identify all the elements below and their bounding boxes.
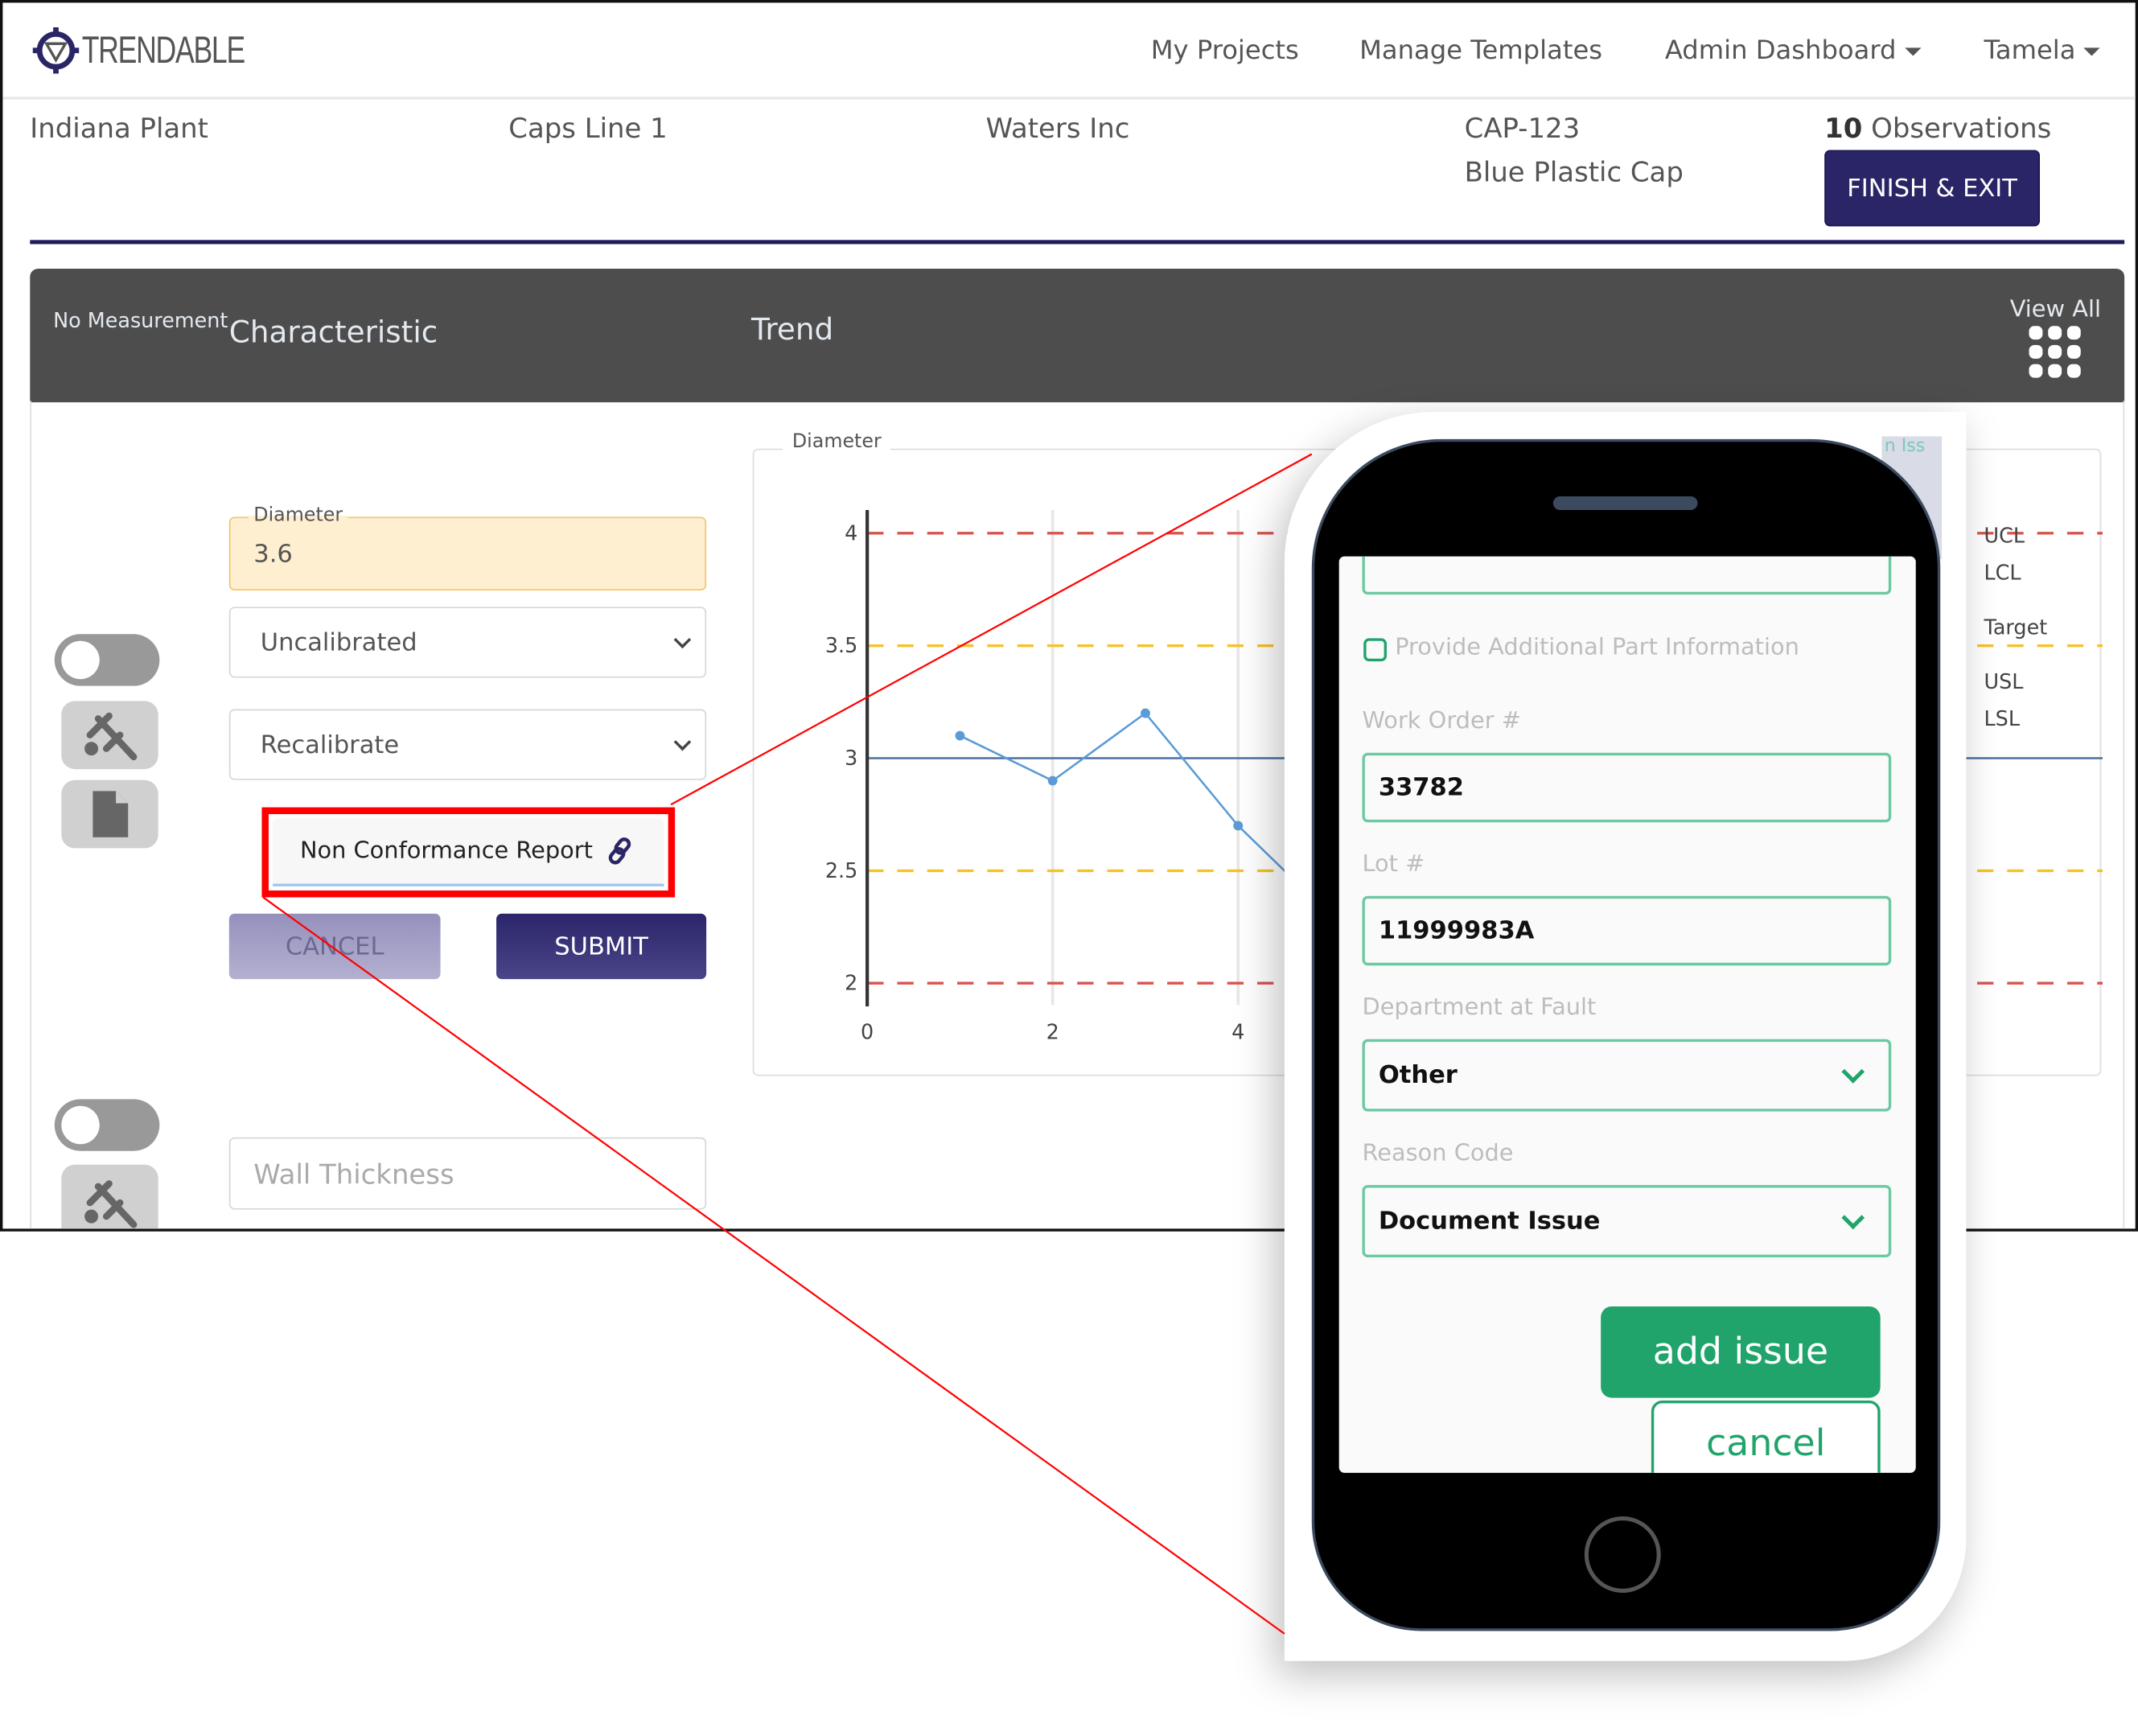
data-point xyxy=(955,730,965,741)
add-issue-button[interactable]: add issue xyxy=(1601,1306,1881,1398)
legend-lcl: LCL xyxy=(1984,560,2021,586)
reason-code-select[interactable]: Document Issue xyxy=(1362,1185,1892,1257)
department-label: Department at Fault xyxy=(1362,993,1597,1022)
legend-target: Target xyxy=(1984,615,2048,640)
lot-input[interactable]: 11999983A xyxy=(1362,895,1892,966)
previous-input[interactable] xyxy=(1362,556,1892,595)
phone-cancel-button[interactable]: cancel xyxy=(1651,1400,1881,1473)
x-tick-label: 4 xyxy=(1231,1020,1244,1044)
home-button[interactable] xyxy=(1584,1516,1661,1593)
data-point xyxy=(1047,775,1058,786)
series-line xyxy=(959,711,1332,917)
y-tick-label: 3.5 xyxy=(825,633,857,657)
legend-ucl: UCL xyxy=(1984,523,2025,549)
data-point xyxy=(1233,821,1244,831)
work-order-label: Work Order # xyxy=(1362,707,1521,735)
y-tick-label: 2 xyxy=(845,971,857,995)
department-select[interactable]: Other xyxy=(1362,1039,1892,1112)
y-tick-label: 2.5 xyxy=(825,858,857,882)
chevron-down-icon xyxy=(1841,1205,1865,1229)
y-tick-label: 3 xyxy=(845,746,857,770)
lot-label: Lot # xyxy=(1362,850,1425,878)
additional-info-label: Provide Additional Part Information xyxy=(1395,634,1799,662)
x-tick-label: 0 xyxy=(861,1020,874,1044)
phone-screen: Provide Additional Part Information Work… xyxy=(1338,556,1916,1473)
reason-code-label: Reason Code xyxy=(1362,1140,1514,1168)
y-tick-label: 4 xyxy=(845,520,857,545)
work-order-input[interactable]: 33782 xyxy=(1362,752,1892,823)
chevron-down-icon xyxy=(1841,1059,1865,1083)
phone-speaker xyxy=(1552,496,1698,511)
legend-usl: USL xyxy=(1984,669,2024,694)
x-tick-label: 2 xyxy=(1046,1020,1059,1044)
data-point xyxy=(1141,708,1150,718)
additional-info-checkbox[interactable] xyxy=(1363,638,1388,662)
partial-text: n Iss xyxy=(1884,436,1926,457)
legend-lsl: LSL xyxy=(1984,706,2021,731)
